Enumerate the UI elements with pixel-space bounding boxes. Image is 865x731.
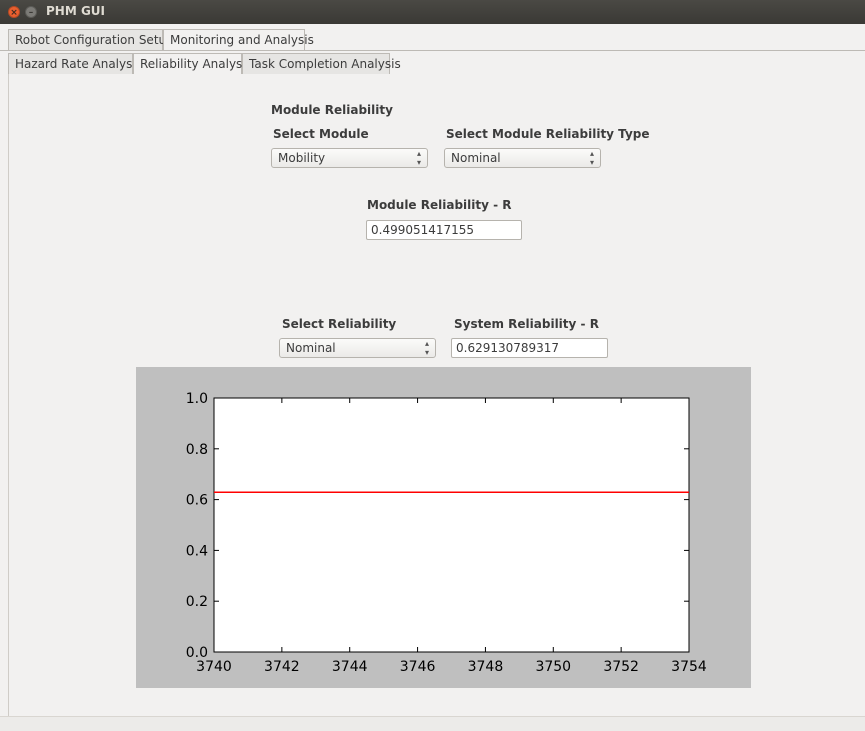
close-window-icon[interactable]: × (8, 6, 20, 18)
tab-robot-configuration-setup[interactable]: Robot Configuration Setup (8, 29, 174, 50)
reliability-plot-svg: 3740 3742 3744 3746 3748 3750 3752 3754 0.0 0.2 0.… (186, 391, 707, 675)
module-reliability-field[interactable]: 0.499051417155 (366, 220, 522, 240)
module-reliability-heading: Module Reliability (271, 103, 393, 117)
x-tick-label: 3746 (400, 659, 436, 675)
window-titlebar: × – PHM GUI (0, 0, 865, 24)
x-tick-label: 3750 (535, 659, 571, 675)
x-tick-label: 3740 (196, 659, 232, 675)
main-tab-divider (0, 50, 865, 51)
x-tick-label: 3754 (671, 659, 707, 675)
y-tick-label: 0.4 (186, 543, 208, 559)
minimize-window-icon[interactable]: – (25, 6, 37, 18)
plot-axes-frame (213, 397, 690, 653)
status-strip (0, 716, 865, 731)
x-tick-label: 3744 (332, 659, 368, 675)
x-tick-label: 3752 (603, 659, 639, 675)
y-tick-label: 1.0 (186, 391, 208, 407)
x-tick-label: 3748 (468, 659, 504, 675)
select-module-combo[interactable]: Mobility ▴ ▾ (271, 148, 428, 168)
x-tick-label: 3742 (264, 659, 300, 675)
window-title: PHM GUI (46, 4, 106, 18)
y-tick-label: 0.0 (186, 645, 208, 661)
tab-hazard-rate-analysis[interactable]: Hazard Rate Analysis (8, 53, 142, 74)
combo-arrows-icon: ▴ ▾ (589, 149, 594, 167)
select-module-label: Select Module (273, 127, 369, 141)
select-module-type-combo[interactable]: Nominal ▴ ▾ (444, 148, 601, 168)
reliability-plot: 3740 3742 3744 3746 3748 3750 3752 3754 0.0 0.2 0.… (136, 367, 751, 688)
select-module-value: Mobility (278, 151, 326, 165)
y-tick-label: 0.2 (186, 594, 208, 610)
select-module-type-label: Select Module Reliability Type (446, 127, 650, 141)
tab-task-completion-analysis[interactable]: Task Completion Analysis (242, 53, 401, 74)
system-reliability-label: System Reliability - R (454, 317, 599, 331)
y-tick-label: 0.6 (186, 493, 208, 509)
select-reliability-value: Nominal (286, 341, 336, 355)
combo-arrows-icon: ▴ ▾ (424, 339, 429, 357)
y-tick-label: 0.8 (186, 442, 208, 458)
select-reliability-combo[interactable]: Nominal ▴ ▾ (279, 338, 436, 358)
module-reliability-label: Module Reliability - R (367, 198, 512, 212)
combo-arrows-icon: ▴ ▾ (416, 149, 421, 167)
tab-reliability-analysis[interactable]: Reliability Analysis (133, 53, 252, 75)
system-reliability-field[interactable]: 0.629130789317 (451, 338, 608, 358)
tab-monitoring-and-analysis[interactable]: Monitoring and Analysis (163, 29, 314, 51)
select-reliability-label: Select Reliability (282, 317, 397, 331)
select-module-type-value: Nominal (451, 151, 501, 165)
